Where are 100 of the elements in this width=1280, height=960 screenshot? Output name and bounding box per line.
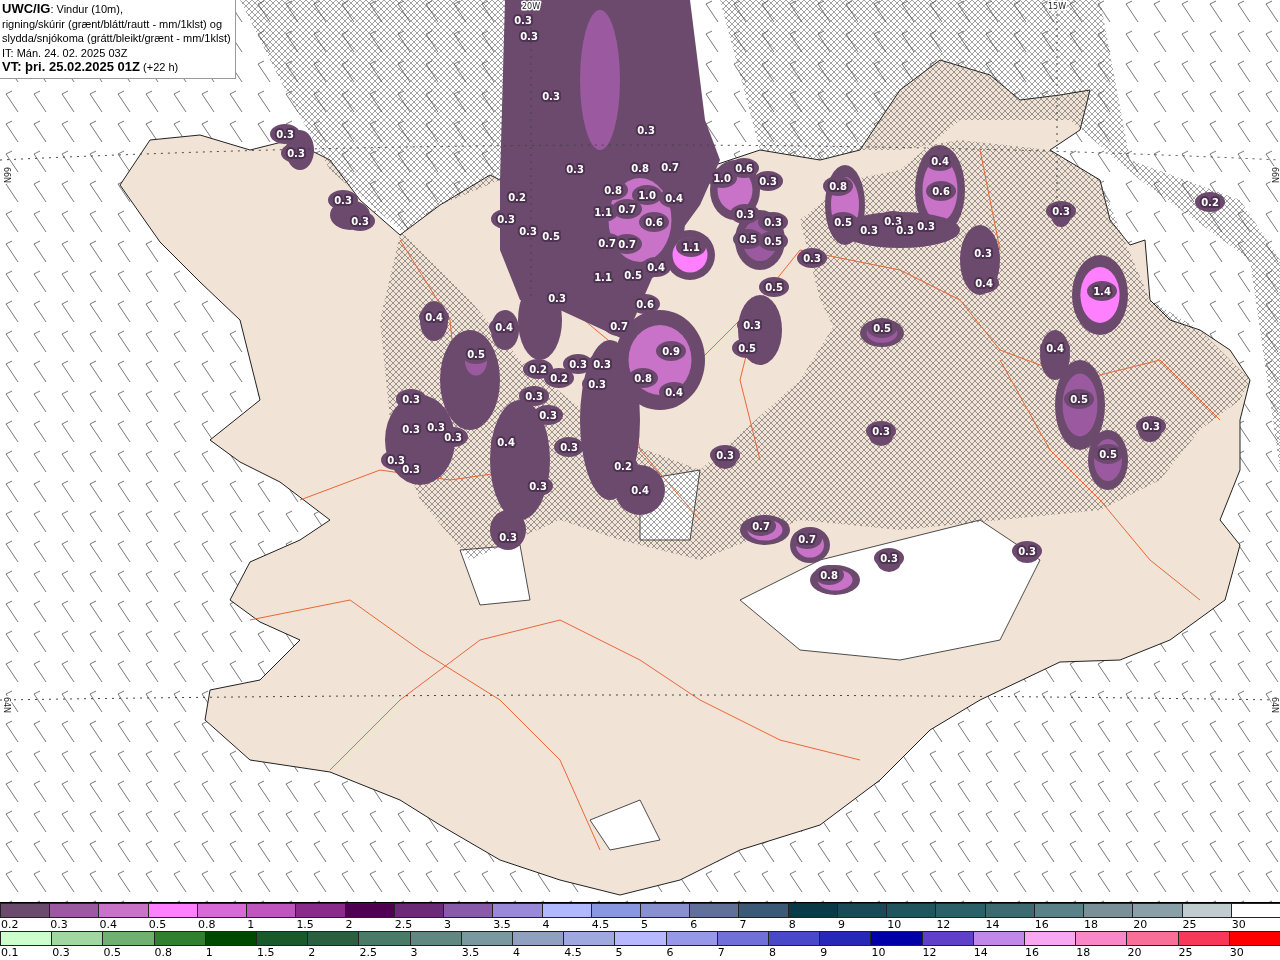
precipitation-value: 0.6 — [636, 299, 654, 310]
legend-label: 16 — [1024, 946, 1040, 959]
caption-line: VT: þri. 25.02.2025 01Z (+22 h) — [2, 60, 180, 75]
legend-label: 14 — [984, 918, 1001, 931]
legend-label: 10 — [886, 918, 903, 931]
legend-label: 0.5 — [147, 918, 168, 931]
precipitation-value: 0.3 — [764, 217, 782, 228]
precipitation-value: 0.3 — [743, 320, 761, 331]
grid-label: 20W — [521, 1, 541, 11]
precipitation-value: 0.4 — [931, 156, 949, 167]
precipitation-value: 0.3 — [497, 214, 515, 225]
grid-label: 15W — [1047, 1, 1067, 11]
legend-label: 6 — [665, 946, 675, 959]
legend-label: 3 — [443, 918, 453, 931]
precipitation-value: 1.1 — [682, 242, 700, 253]
precipitation-value: 0.7 — [752, 521, 770, 532]
precipitation-value: 0.3 — [569, 359, 587, 370]
legend-label: 1 — [246, 918, 256, 931]
legend-label: 25 — [1177, 946, 1194, 959]
precipitation-value: 0.4 — [425, 312, 443, 323]
precipitation-value: 0.9 — [662, 346, 680, 357]
precipitation-value: 0.8 — [604, 185, 622, 196]
caption-line: rigning/skúrir (grænt/blátt/rautt - mm/1klst) og — [2, 16, 224, 31]
precipitation-value: 0.4 — [665, 387, 683, 398]
precipitation-value: 0.3 — [444, 432, 462, 443]
precipitation-value: 1.1 — [594, 272, 612, 283]
precipitation-value: 0.3 — [427, 422, 445, 433]
legend-label: 8 — [787, 918, 797, 931]
legend-label: 25 — [1181, 918, 1198, 931]
precipitation-value: 1.0 — [713, 173, 731, 184]
legend-label: 4 — [541, 918, 551, 931]
precipitation-value: 0.3 — [542, 91, 560, 102]
legend-label: 3.5 — [460, 946, 481, 959]
precipitation-value: 0.3 — [880, 553, 898, 564]
legend-label: 5 — [614, 946, 624, 959]
precipitation-value: 0.2 — [508, 192, 526, 203]
precipitation-value: 0.2 — [614, 461, 632, 472]
precipitation-value: 0.3 — [334, 195, 352, 206]
legend-label: 20 — [1132, 918, 1149, 931]
precipitation-value: 0.3 — [803, 253, 821, 264]
legend-label: 0.5 — [102, 946, 122, 959]
precipitation-value: 0.5 — [1099, 449, 1117, 460]
precipitation-value: 0.8 — [820, 570, 838, 581]
precipitation-value: 0.7 — [661, 162, 679, 173]
precipitation-value: 0.4 — [647, 262, 665, 273]
precipitation-value: 0.5 — [834, 217, 852, 228]
legend-label: 12 — [921, 946, 938, 959]
precipitation-value: 0.4 — [495, 322, 513, 333]
legend-label: 3.5 — [492, 918, 512, 931]
legend-label: 6 — [689, 918, 699, 931]
precipitation-value: 0.4 — [497, 437, 515, 448]
precipitation-value: 0.3 — [896, 225, 914, 236]
precipitation-value: 0.7 — [618, 204, 636, 215]
caption-line: slydda/snjókoma (grátt/bleikt/grænt - mm/1klst) — [2, 31, 231, 46]
precipitation-value: 0.7 — [598, 238, 616, 249]
caption-line: UWC/IG: Vindur (10m), — [2, 2, 124, 17]
legend-label: 14 — [972, 946, 989, 959]
precipitation-value: 0.3 — [1018, 546, 1036, 557]
precipitation-value: 0.3 — [276, 129, 294, 140]
precipitation-value: 0.3 — [529, 481, 547, 492]
legend-label: 0.8 — [196, 918, 217, 931]
precipitation-value: 0.5 — [542, 231, 560, 242]
legend-label: 7 — [738, 918, 748, 931]
legend-label: 2.5 — [358, 946, 378, 959]
precipitation-value: 0.3 — [1142, 421, 1160, 432]
precipitation-value: 0.4 — [665, 193, 683, 204]
precipitation-value: 1.1 — [594, 207, 612, 218]
precipitation-value: 0.7 — [798, 534, 816, 545]
precipitation-value: 0.7 — [618, 239, 636, 250]
legend-label: 1.5 — [295, 918, 315, 931]
legend-label: 12 — [935, 918, 952, 931]
precipitation-value: 0.5 — [467, 349, 485, 360]
legend-label: 30 — [1230, 918, 1247, 931]
legend-label: 4.5 — [590, 918, 611, 931]
precipitation-value: 0.8 — [634, 373, 652, 384]
precipitation-value: 0.3 — [566, 164, 584, 175]
legend-label: 0.3 — [49, 918, 69, 931]
legend-label: 10 — [870, 946, 887, 959]
legend-label: 0.8 — [153, 946, 174, 959]
precipitation-value: 0.3 — [514, 15, 532, 26]
precipitation-value: 0.3 — [387, 455, 405, 466]
precipitation-value: 0.3 — [736, 209, 754, 220]
precipitation-value: 0.3 — [872, 426, 890, 437]
precipitation-value: 0.5 — [765, 282, 783, 293]
precipitation-value: 1.0 — [638, 190, 656, 201]
precipitation-value: 0.3 — [917, 221, 935, 232]
precipitation-value: 0.3 — [519, 226, 537, 237]
legend-label: 0.2 — [0, 918, 20, 931]
precipitation-value: 0.5 — [873, 323, 891, 334]
precipitation-value: 0.8 — [631, 163, 649, 174]
legend-label: 30 — [1228, 946, 1245, 959]
legend-label: 0.3 — [51, 946, 71, 959]
precipitation-value: 0.6 — [645, 217, 663, 228]
legend-label: 1 — [204, 946, 214, 959]
precipitation-value: 0.4 — [631, 485, 649, 496]
precipitation-value: 0.3 — [759, 176, 777, 187]
precipitation-value: 0.5 — [764, 236, 782, 247]
legend-label: 8 — [768, 946, 777, 959]
precipitation-value: 0.3 — [402, 464, 420, 475]
precipitation-value: 0.8 — [829, 181, 847, 192]
